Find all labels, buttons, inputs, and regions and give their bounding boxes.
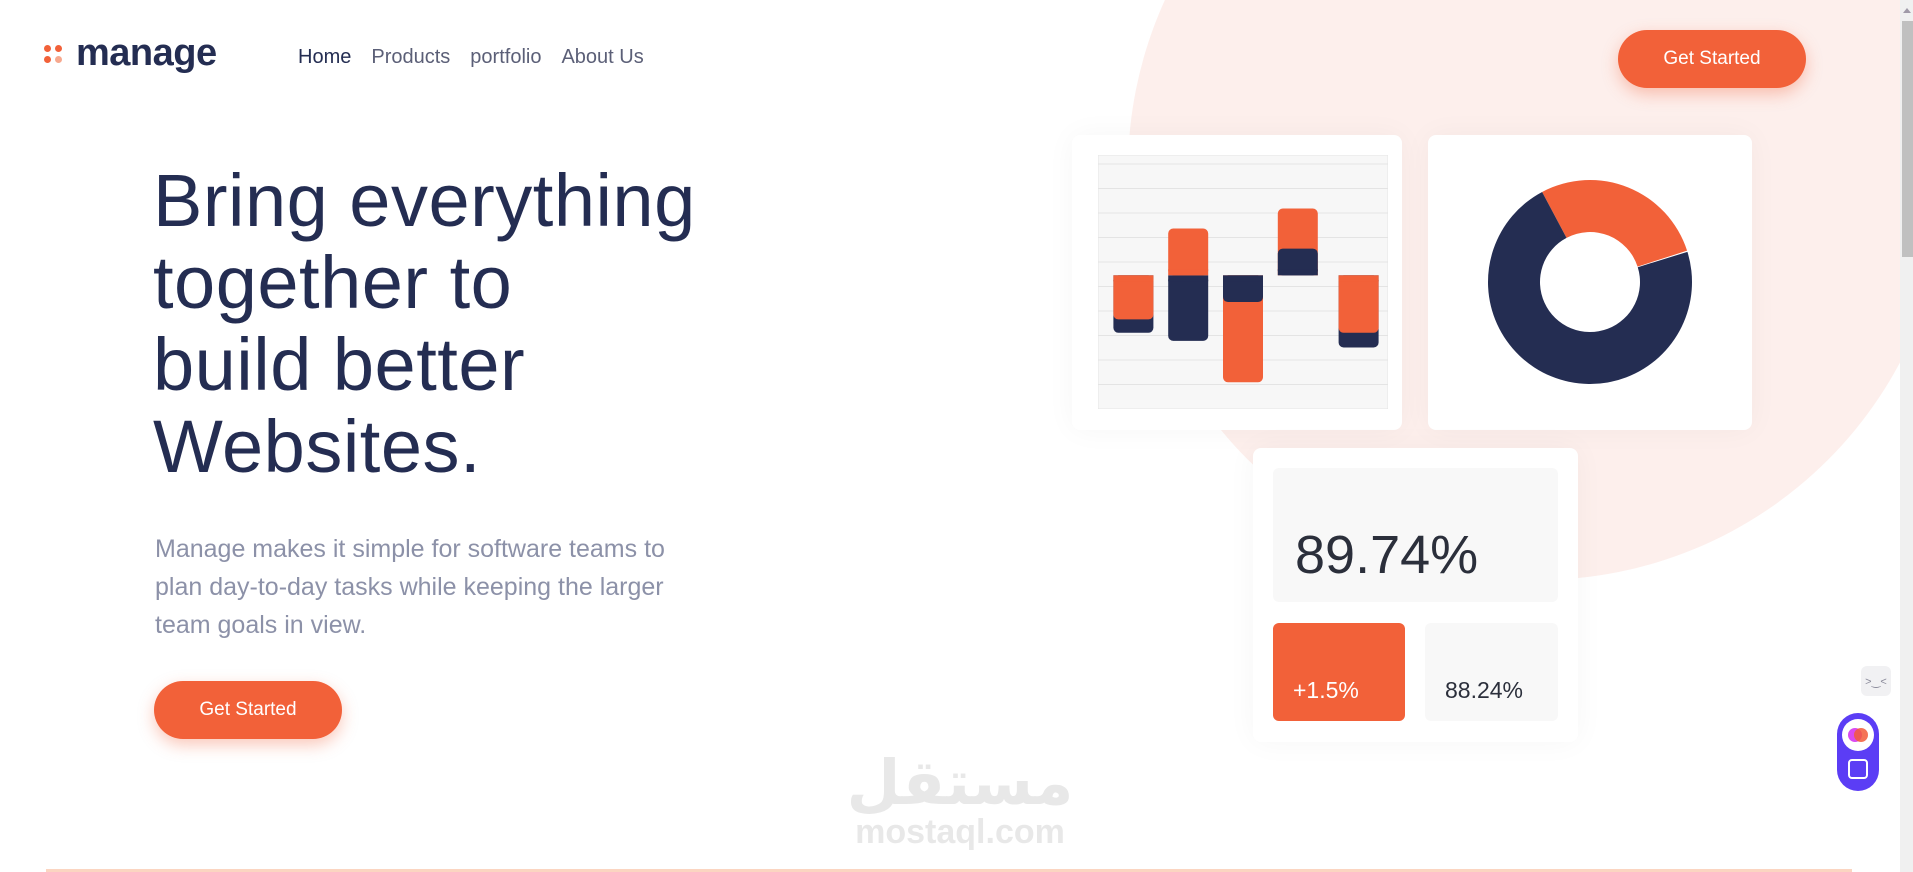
bar-orange-1 — [1113, 275, 1154, 320]
hero-description: Manage makes it simple for software team… — [155, 535, 665, 639]
extension-face-icon[interactable]: >‿< — [1861, 666, 1891, 696]
bar-chart-card — [1072, 135, 1402, 430]
nav-item-about-us[interactable]: About Us — [561, 46, 643, 69]
logo-dots-icon — [44, 41, 64, 65]
donut-chart — [1488, 180, 1692, 384]
header-get-started-button[interactable]: Get Started — [1618, 30, 1806, 88]
stat-main-value: 89.74% — [1295, 525, 1479, 585]
extension-logo-icon[interactable] — [1842, 719, 1874, 751]
logo[interactable]: manage — [44, 34, 217, 72]
nav-item-products[interactable]: Products — [371, 46, 450, 69]
logo-text: manage — [76, 32, 217, 74]
bar-navy-4-base — [1277, 269, 1318, 276]
stat-secondary-value: 88.24% — [1445, 677, 1524, 703]
extension-chart-icon[interactable] — [1848, 759, 1868, 779]
vertical-scrollbar[interactable] — [1900, 0, 1913, 872]
hero-get-started-button[interactable]: Get Started — [154, 681, 342, 739]
bar-chart — [1098, 155, 1388, 409]
nav-item-home[interactable]: Home — [298, 46, 351, 69]
donut-slice-orange — [1542, 180, 1688, 267]
bar-navy-3-base — [1223, 275, 1263, 282]
stat-main-box: 89.74% — [1273, 468, 1558, 602]
bar-orange-1-base — [1113, 275, 1154, 282]
watermark-latin: mostaql.com — [855, 813, 1065, 851]
main-nav: Home Products portfolio About Us — [298, 46, 644, 69]
nav-item-portfolio[interactable]: portfolio — [470, 46, 541, 69]
bar-orange-5 — [1338, 275, 1379, 333]
watermark: مستقل mostaql.com — [840, 746, 1080, 851]
scroll-up-arrow-icon[interactable] — [1903, 8, 1911, 13]
bar-orange-2-base — [1168, 269, 1209, 276]
watermark-arabic: مستقل — [846, 746, 1074, 819]
hero-title-line: together to — [153, 241, 513, 324]
bar-orange-2 — [1168, 228, 1209, 276]
stat-change-value: +1.5% — [1293, 677, 1359, 703]
stat-secondary-box: 88.24% — [1425, 623, 1558, 721]
bar-orange-5-base — [1338, 275, 1379, 282]
stat-change-box: +1.5% — [1273, 623, 1405, 721]
donut-chart-card — [1428, 135, 1752, 430]
hero-title: Bring everything together to build bette… — [153, 160, 793, 488]
hero-title-line: build better — [153, 323, 526, 406]
bar-navy-2 — [1168, 275, 1209, 341]
scrollbar-thumb[interactable] — [1902, 21, 1913, 257]
hero-title-line: Websites. — [153, 405, 482, 488]
bar-navy-2-base — [1168, 275, 1209, 282]
extension-widget[interactable] — [1837, 713, 1879, 791]
hero-title-line: Bring everything — [153, 159, 696, 242]
stats-card: 89.74% +1.5% 88.24% — [1253, 448, 1578, 742]
